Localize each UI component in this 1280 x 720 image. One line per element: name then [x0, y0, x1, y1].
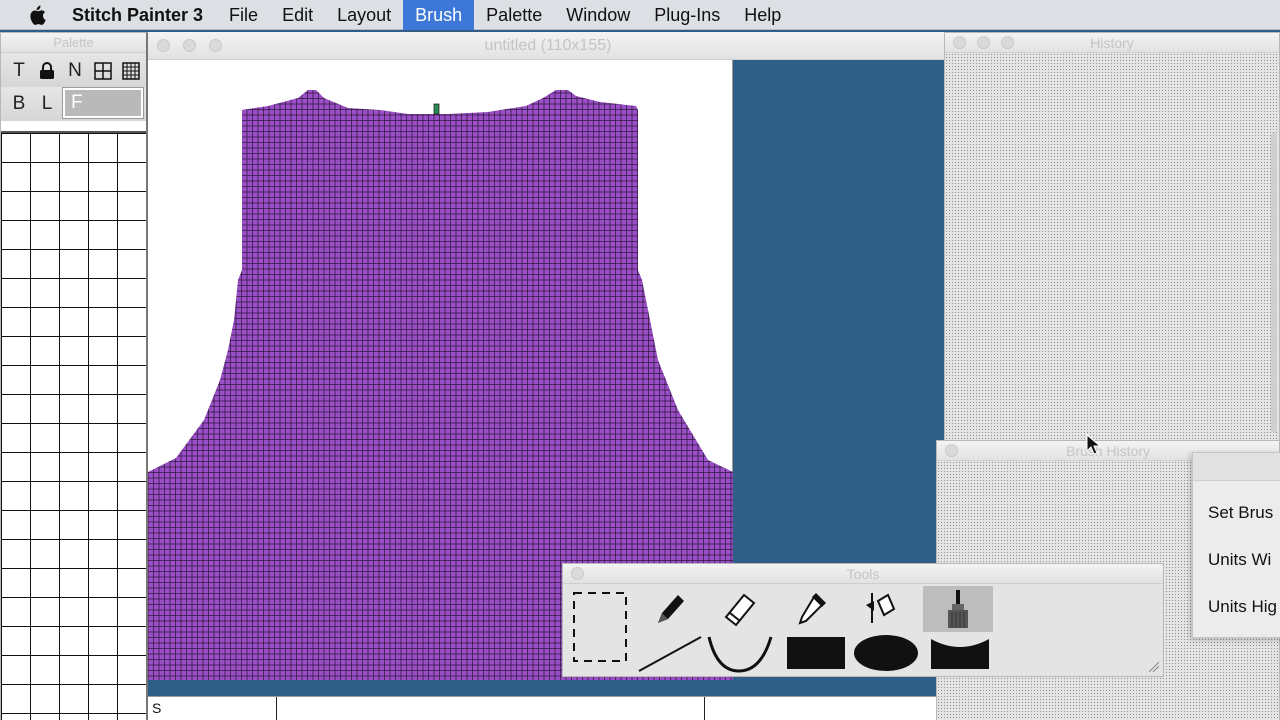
palette-toolbar-row-2: B L F: [1, 87, 146, 121]
menu-palette[interactable]: Palette: [474, 0, 554, 30]
menu-edit[interactable]: Edit: [270, 0, 325, 30]
menu-bar: Stitch Painter 3 File Edit Layout Brush …: [0, 0, 1280, 30]
history-titlebar[interactable]: History: [945, 33, 1279, 53]
history-scrollbar[interactable]: [1271, 133, 1277, 433]
menu-window[interactable]: Window: [554, 0, 642, 30]
document-titlebar[interactable]: untitled (110x155): [148, 32, 948, 60]
oval-tool[interactable]: [851, 630, 921, 676]
resize-grip-icon[interactable]: [1149, 662, 1159, 672]
tools-title: Tools: [846, 566, 880, 582]
marker-stitch: [433, 103, 440, 115]
rectangle-icon: [787, 637, 845, 669]
set-brush-label[interactable]: Set Brus: [1208, 503, 1273, 523]
status-text: S: [152, 700, 162, 716]
oval-icon: [854, 635, 918, 671]
grid-full-icon[interactable]: [119, 59, 143, 83]
palette-field[interactable]: F: [63, 88, 143, 118]
palette-toolbar-row-1: T N: [1, 53, 146, 87]
line-tool[interactable]: [635, 630, 705, 676]
brush-icon: [948, 590, 968, 628]
b-tool-button[interactable]: B: [7, 92, 31, 116]
menu-file[interactable]: File: [217, 0, 270, 30]
palette-window: Palette T N B L F: [0, 32, 148, 720]
status-divider: [704, 697, 705, 720]
history-title: History: [1090, 35, 1134, 51]
shape-tool[interactable]: [925, 630, 995, 676]
eraser-icon: [724, 593, 756, 627]
palette-titlebar[interactable]: Palette: [1, 33, 146, 53]
pencil-icon: [658, 595, 684, 623]
units-height-label[interactable]: Units Hig: [1208, 597, 1277, 617]
paint-bucket-icon: [866, 593, 896, 623]
status-divider: [276, 697, 277, 720]
status-bar: S: [148, 696, 948, 720]
paint-bucket-tool[interactable]: [845, 586, 915, 632]
text-tool-button[interactable]: T: [7, 59, 31, 83]
mouse-cursor-icon: [1086, 434, 1102, 455]
lock-icon[interactable]: [35, 59, 59, 83]
tools-window: Tools: [562, 563, 1164, 677]
brush-tool[interactable]: [923, 586, 993, 632]
line-icon: [638, 636, 702, 672]
rectangle-tool[interactable]: [781, 630, 851, 676]
l-tool-button[interactable]: L: [35, 92, 59, 116]
tools-titlebar[interactable]: Tools: [563, 564, 1163, 584]
apple-menu-icon[interactable]: [22, 0, 52, 30]
units-width-label[interactable]: Units Wi: [1208, 550, 1271, 570]
history-window: History: [944, 32, 1280, 442]
history-list[interactable]: [945, 53, 1279, 441]
eraser-tool[interactable]: [705, 586, 775, 632]
brush-settings-header: [1193, 453, 1280, 481]
curve-tool[interactable]: [705, 630, 775, 676]
brush-settings-panel: Set Brus Units Wi Units Hig: [1192, 452, 1280, 638]
menu-brush[interactable]: Brush: [403, 0, 475, 30]
grid-plus-icon[interactable]: [91, 59, 115, 83]
curve-icon: [707, 636, 773, 673]
eyedropper-icon: [798, 593, 826, 625]
menu-layout[interactable]: Layout: [325, 0, 403, 30]
pencil-tool[interactable]: [635, 586, 705, 632]
n-tool-button[interactable]: N: [63, 59, 87, 83]
menu-help[interactable]: Help: [732, 0, 793, 30]
marquee-tool[interactable]: [565, 586, 635, 668]
menu-plug-ins[interactable]: Plug-Ins: [642, 0, 732, 30]
document-title: untitled (110x155): [484, 37, 612, 54]
palette-swatch-grid[interactable]: [1, 131, 146, 720]
app-name[interactable]: Stitch Painter 3: [58, 0, 217, 30]
shape-icon: [931, 639, 989, 669]
palette-title: Palette: [53, 35, 94, 50]
marquee-icon: [573, 592, 627, 662]
eyedropper-tool[interactable]: [775, 586, 845, 632]
